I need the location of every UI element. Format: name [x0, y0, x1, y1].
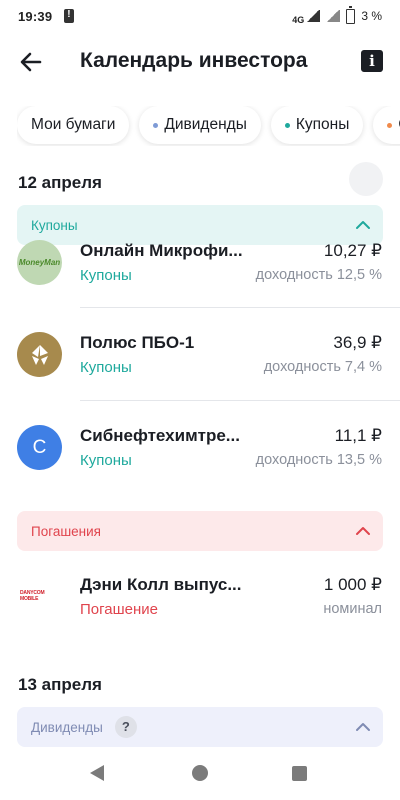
nav-back-icon[interactable] — [90, 765, 104, 781]
company-logo: DANYCOM MOBILE — [20, 590, 45, 602]
status-time: 19:39 — [18, 8, 53, 24]
list-item[interactable]: C Сибнефтехимтре... Купоны 11,1 ₽ доходн… — [0, 413, 400, 483]
security-name: Онлайн Микрофи... — [80, 241, 243, 260]
payment-amount: 10,27 ₽ — [323, 241, 382, 260]
company-logo: C — [17, 425, 62, 470]
divider — [80, 307, 400, 308]
polyus-logo-icon — [31, 344, 48, 365]
section-title: Дивиденды — [31, 719, 103, 735]
nominal-info: номинал — [323, 601, 382, 617]
yield-info: доходность 7,4 % — [263, 359, 382, 375]
back-arrow-icon[interactable] — [18, 50, 44, 74]
chevron-up-icon[interactable] — [355, 719, 371, 735]
chevron-up-icon[interactable] — [355, 523, 371, 539]
security-name: Полюс ПБО-1 — [80, 333, 195, 352]
yield-info: доходность 12,5 % — [255, 267, 382, 283]
dividends-dot-icon — [153, 122, 159, 128]
status-icons: 4G 3 % — [292, 5, 382, 25]
page-title: Календарь инвестора — [80, 49, 308, 72]
event-type: Погашение — [80, 601, 158, 618]
divider — [80, 400, 400, 401]
payment-amount: 36,9 ₽ — [333, 333, 382, 352]
list-item[interactable]: MoneyMan Онлайн Микрофи... Купоны 10,27 … — [0, 228, 400, 298]
company-logo: MoneyMan — [17, 240, 62, 285]
filter-label: Дивиденды — [164, 116, 247, 133]
status-bar: 19:39 4G 3 % — [0, 0, 400, 32]
network-type: 4G — [292, 14, 305, 25]
section-title: Погашения — [31, 523, 101, 539]
payment-amount: 11,1 ₽ — [334, 426, 382, 445]
date-heading: 12 апреля — [18, 173, 102, 192]
company-logo — [17, 332, 62, 377]
nav-recents-icon[interactable] — [292, 766, 307, 781]
app-header: Календарь инвестора i — [0, 40, 400, 84]
yield-info: доходность 13,5 % — [255, 452, 382, 468]
date-heading: 13 апреля — [18, 675, 102, 694]
section-repayments[interactable]: Погашения — [17, 511, 383, 551]
signal-icon — [306, 10, 321, 22]
filter-label: Купоны — [295, 116, 350, 133]
notification-warning-icon — [64, 9, 75, 23]
info-icon[interactable]: i — [361, 50, 383, 72]
filter-repayments[interactable]: Ог — [373, 106, 400, 144]
payment-amount: 1 000 ₽ — [323, 575, 382, 594]
help-icon[interactable]: ? — [114, 716, 137, 738]
filter-coupons[interactable]: Купоны — [270, 106, 364, 144]
repayments-dot-icon — [387, 122, 393, 128]
filter-my-securities[interactable]: Мои бумаги — [17, 106, 130, 144]
filter-dividends[interactable]: Дивиденды — [139, 106, 261, 144]
security-name: Дэни Колл выпус... — [80, 575, 242, 594]
section-dividends[interactable]: Дивиденды ? — [17, 707, 383, 747]
event-type: Купоны — [80, 267, 132, 284]
filter-label: Мои бумаги — [31, 116, 116, 133]
date-placeholder-avatar — [349, 162, 383, 196]
system-nav-bar — [0, 748, 400, 800]
coupons-dot-icon — [284, 122, 290, 128]
filter-chips: Мои бумаги Дивиденды Купоны Ог — [17, 106, 400, 146]
battery-icon — [346, 5, 356, 24]
battery-level: 3 % — [361, 9, 382, 23]
signal-secondary-icon — [326, 10, 341, 22]
nav-home-icon[interactable] — [192, 765, 208, 781]
event-type: Купоны — [80, 359, 132, 376]
event-type: Купоны — [80, 452, 132, 469]
list-item[interactable]: Полюс ПБО-1 Купоны 36,9 ₽ доходность 7,4… — [0, 320, 400, 390]
list-item[interactable]: DANYCOM MOBILE Дэни Колл выпус... Погаше… — [0, 562, 400, 632]
security-name: Сибнефтехимтре... — [80, 426, 240, 445]
